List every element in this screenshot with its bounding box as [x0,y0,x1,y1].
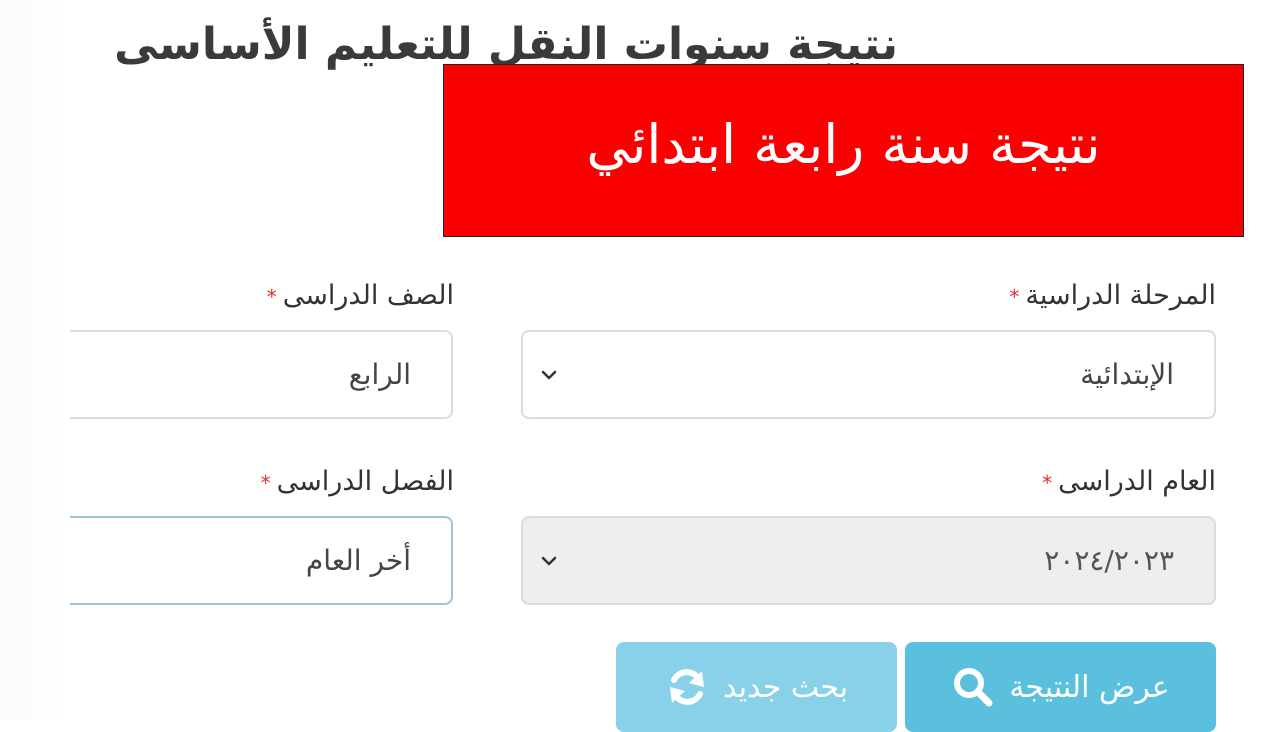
required-mark: * [1042,470,1053,495]
stage-label: المرحلة الدراسية [1025,280,1216,311]
new-search-label: بحث جديد [722,669,849,705]
grade-label-row: الصف الدراسى* [267,276,454,316]
new-search-button[interactable]: بحث جديد [616,642,897,732]
grade-field[interactable]: الرابع [70,330,453,419]
grade-label: الصف الدراسى [282,280,454,311]
required-mark: * [266,284,277,309]
year-label: العام الدراسى [1058,466,1216,497]
required-mark: * [260,470,271,495]
year-label-row: العام الدراسى* [1042,462,1216,502]
year-select[interactable]: ٢٠٢٤/٢٠٢٣ [521,516,1216,605]
refresh-icon [669,669,704,705]
term-label-row: الفصل الدراسى* [261,462,454,502]
show-result-button[interactable]: عرض النتيجة [905,642,1216,732]
term-field[interactable]: أخر العام [70,516,453,605]
show-result-label: عرض النتيجة [1009,669,1170,705]
chevron-down-icon [541,370,557,379]
result-banner: نتيجة سنة رابعة ابتدائي [443,64,1244,237]
term-value: أخر العام [305,544,411,577]
stage-select[interactable]: الإبتدائية [521,330,1216,419]
chevron-down-icon [541,556,557,565]
required-mark: * [1009,284,1020,309]
stage-label-row: المرحلة الدراسية* [1009,276,1216,316]
stage-value: الإبتدائية [1080,358,1174,391]
banner-text: نتيجة سنة رابعة ابتدائي [586,113,1101,176]
year-value: ٢٠٢٤/٢٠٢٣ [1044,544,1174,577]
grade-value: الرابع [348,358,411,391]
term-label: الفصل الدراسى [276,466,454,497]
search-icon [954,668,993,707]
page-edge [0,0,70,720]
